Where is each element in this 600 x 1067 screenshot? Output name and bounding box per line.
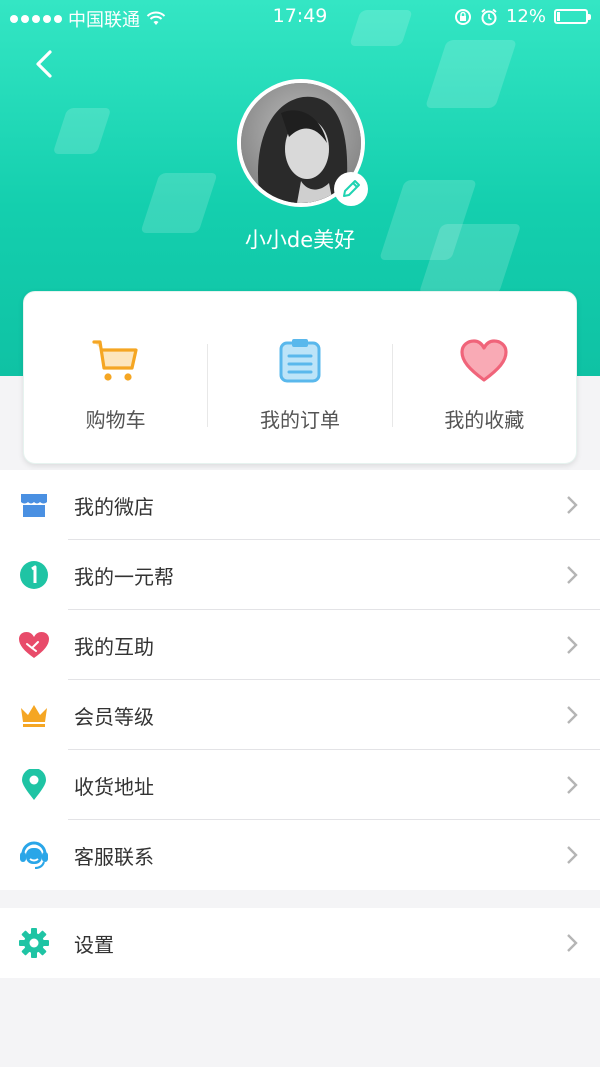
chevron-right-icon [567, 566, 578, 584]
back-button[interactable] [26, 44, 66, 84]
cart-button[interactable]: 购物车 [24, 292, 207, 463]
chevron-right-icon [567, 496, 578, 514]
edit-avatar-button[interactable] [334, 172, 368, 206]
chevron-right-icon [567, 706, 578, 724]
menu-list: 我的微店 我的一元帮 我的互助 会员等级 收货地址 客服联系 [0, 470, 600, 890]
store-icon [21, 494, 47, 517]
menu-label: 我的一元帮 [74, 564, 174, 589]
quick-actions-card: 购物车 我的订单 我的收藏 [23, 291, 577, 464]
cart-label: 购物车 [85, 408, 146, 432]
crown-icon [21, 705, 47, 727]
shopping-cart-icon [92, 340, 138, 381]
orders-label: 我的订单 [259, 408, 340, 432]
menu-item-customer-service[interactable]: 客服联系 [0, 820, 600, 890]
menu-item-my-store[interactable]: 我的微店 [0, 470, 600, 540]
gear-icon [19, 928, 49, 958]
menu-item-mutual-help[interactable]: 我的互助 [0, 610, 600, 680]
chevron-left-icon [36, 50, 52, 78]
battery-percent: 12% [505, 6, 546, 27]
status-bar: 中国联通 17:49 12% [0, 0, 600, 36]
location-pin-icon [22, 769, 46, 800]
menu-label: 客服联系 [74, 844, 154, 869]
settings-list: 设置 [0, 908, 600, 978]
orders-button[interactable]: 我的订单 [208, 292, 391, 463]
menu-label: 设置 [74, 932, 114, 957]
chevron-right-icon [567, 846, 578, 864]
menu-item-settings[interactable]: 设置 [0, 908, 600, 978]
menu-item-membership-level[interactable]: 会员等级 [0, 680, 600, 750]
rotation-lock-icon [454, 8, 471, 25]
menu-label: 我的互助 [74, 634, 154, 659]
menu-label: 收货地址 [74, 774, 154, 799]
username[interactable]: 小小de美好 [0, 224, 600, 254]
menu-item-one-yuan-help[interactable]: 我的一元帮 [0, 540, 600, 610]
chevron-right-icon [567, 776, 578, 794]
menu-label: 会员等级 [74, 704, 154, 729]
favorites-button[interactable]: 我的收藏 [393, 292, 576, 463]
number-one-badge-icon [20, 561, 48, 589]
menu-item-shipping-address[interactable]: 收货地址 [0, 750, 600, 820]
pencil-icon [343, 180, 360, 197]
menu-label: 我的微店 [74, 494, 154, 519]
heart-icon [460, 339, 508, 382]
chevron-right-icon [567, 934, 578, 952]
chevron-right-icon [567, 636, 578, 654]
customer-service-icon [20, 841, 48, 869]
alarm-icon [481, 8, 497, 25]
order-clipboard-icon [279, 339, 321, 383]
heart-handshake-icon [19, 632, 49, 658]
battery-icon [554, 9, 591, 24]
favorites-label: 我的收藏 [444, 408, 525, 432]
